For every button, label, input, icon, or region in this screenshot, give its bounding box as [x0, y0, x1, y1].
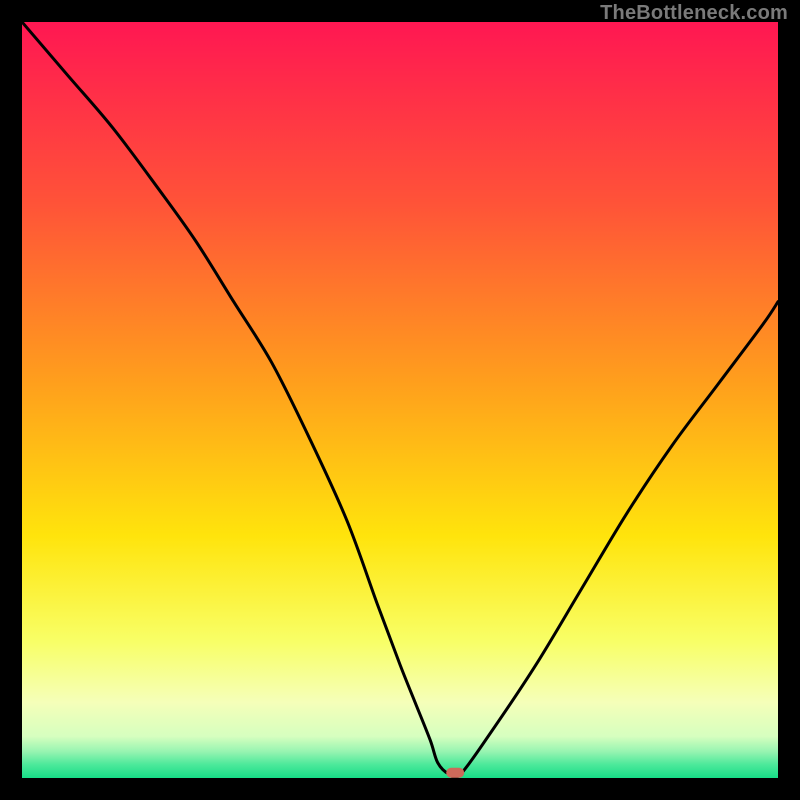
min-marker	[446, 768, 464, 778]
chart-plot-area	[22, 22, 778, 778]
chart-frame: TheBottleneck.com	[0, 0, 800, 800]
chart-svg	[22, 22, 778, 778]
